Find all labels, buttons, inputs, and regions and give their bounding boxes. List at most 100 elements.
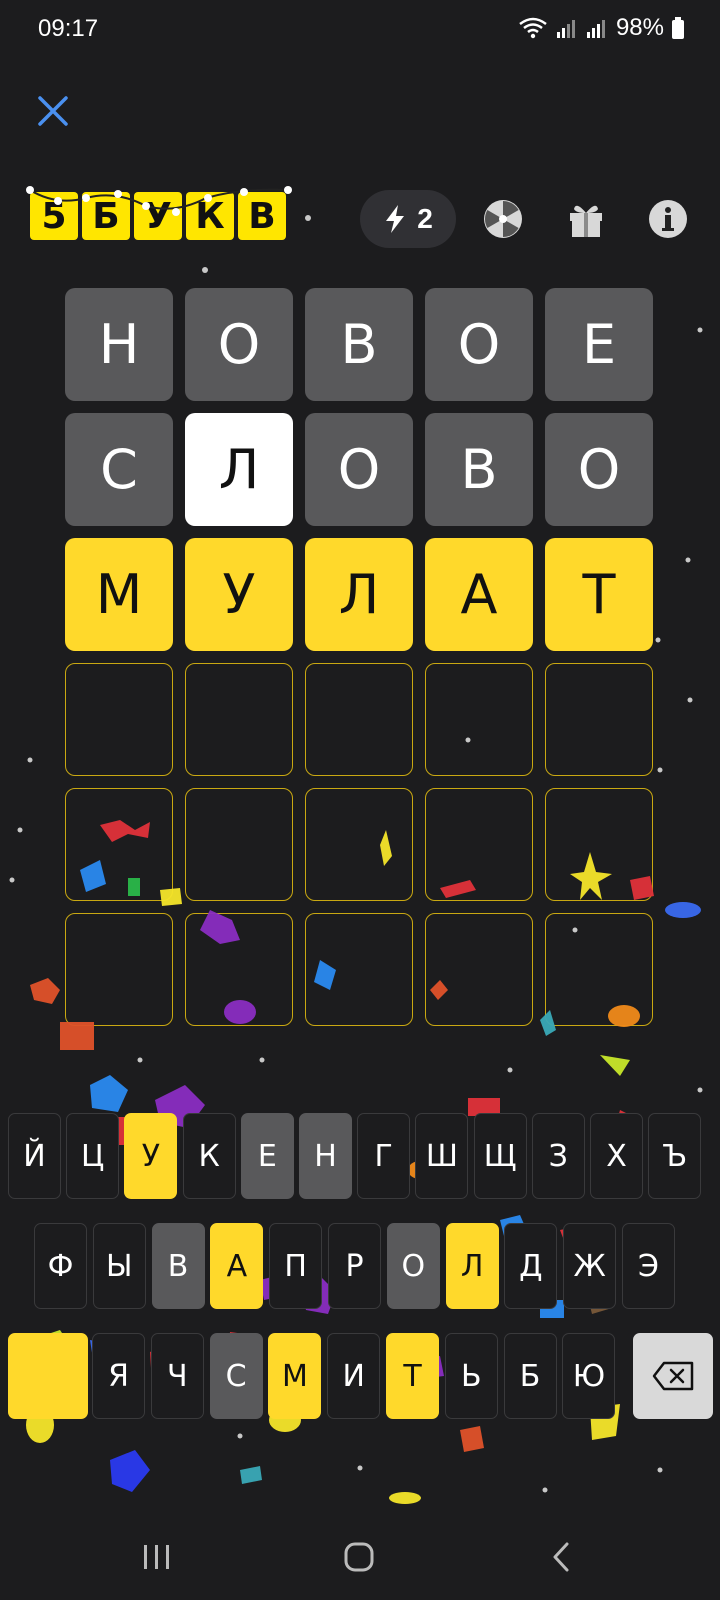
keyboard-key[interactable]: Ф	[34, 1223, 87, 1309]
recent-apps-icon	[144, 1545, 169, 1569]
status-time: 09:17	[38, 15, 99, 42]
board-cell: О	[185, 288, 293, 401]
board-cell: О	[545, 413, 653, 526]
keyboard-key[interactable]: И	[327, 1333, 381, 1419]
keyboard-special-key[interactable]	[8, 1333, 88, 1419]
board-cell: Л	[305, 538, 413, 651]
keyboard-key[interactable]: Л	[445, 1223, 499, 1309]
battery-icon	[672, 17, 684, 39]
board-cell	[65, 913, 173, 1026]
logo-letter: К	[186, 192, 234, 240]
board-cell: Т	[545, 538, 653, 651]
keyboard-key[interactable]: Э	[622, 1223, 675, 1309]
board-cell: С	[65, 413, 173, 526]
keyboard-key[interactable]: Б	[503, 1333, 557, 1419]
keyboard-key[interactable]: Ч	[150, 1333, 204, 1419]
gift-button[interactable]	[566, 199, 606, 239]
info-icon	[649, 200, 687, 238]
logo-letter: 5	[30, 192, 78, 240]
board-cell: У	[185, 538, 293, 651]
keyboard-key[interactable]: З	[531, 1113, 585, 1199]
system-navigation-bar	[0, 1510, 720, 1600]
keyboard-key[interactable]: Х	[590, 1113, 643, 1199]
app-logo: 5 Б У К В	[26, 186, 292, 244]
keyboard-key[interactable]: П	[269, 1223, 323, 1309]
keyboard-key[interactable]: Г	[357, 1113, 411, 1199]
board-cell	[425, 913, 533, 1026]
keyboard-key[interactable]: Ц	[66, 1113, 120, 1199]
logo-letter: У	[134, 192, 182, 240]
board-cell: А	[425, 538, 533, 651]
back-icon	[553, 1542, 569, 1572]
keyboard-key[interactable]: С	[209, 1333, 263, 1419]
keyboard-key[interactable]: Р	[328, 1223, 381, 1309]
board-cell	[185, 663, 293, 776]
board-cell	[545, 913, 653, 1026]
battery-percent: 98%	[615, 14, 664, 41]
keyboard-key[interactable]: Ж	[563, 1223, 617, 1309]
board-row	[65, 788, 653, 901]
wheel-button[interactable]	[483, 199, 523, 239]
fortune-wheel-icon	[484, 200, 522, 238]
lightning-icon	[386, 205, 405, 233]
close-icon	[38, 96, 68, 126]
board-row: СЛОВО	[65, 413, 653, 526]
logo-letter: Б	[82, 192, 130, 240]
board-cell: Е	[545, 288, 653, 401]
keyboard-key[interactable]: Д	[504, 1223, 558, 1309]
keyboard-key[interactable]: Й	[8, 1113, 61, 1199]
keyboard-key[interactable]: Н	[299, 1113, 352, 1199]
hints-count: 2	[417, 203, 433, 234]
board-cell	[305, 788, 413, 901]
board-cell	[65, 663, 173, 776]
recent-apps-button[interactable]	[132, 1532, 182, 1582]
board-cell	[305, 663, 413, 776]
backspace-icon	[652, 1361, 694, 1391]
back-button[interactable]	[536, 1532, 586, 1582]
home-icon	[344, 1542, 374, 1572]
board-cell	[305, 913, 413, 1026]
board-row: МУЛАТ	[65, 538, 653, 651]
keyboard-key[interactable]: Ю	[562, 1333, 616, 1419]
board-cell	[425, 788, 533, 901]
signal-icon	[556, 17, 578, 39]
keyboard-key[interactable]: Т	[386, 1333, 439, 1419]
keyboard-key[interactable]: Ъ	[648, 1113, 702, 1199]
board-cell	[425, 663, 533, 776]
keyboard-key[interactable]: Ш	[415, 1113, 469, 1199]
status-icons: 98%	[518, 14, 684, 42]
keyboard-key[interactable]: Ь	[444, 1333, 498, 1419]
home-button[interactable]	[334, 1532, 384, 1582]
keyboard-key[interactable]: Е	[240, 1113, 294, 1199]
keyboard-key[interactable]: Ы	[92, 1223, 146, 1309]
keyboard-key[interactable]: Щ	[473, 1113, 527, 1199]
board-cell: Н	[65, 288, 173, 401]
board-row	[65, 913, 653, 1026]
board-cell	[545, 663, 653, 776]
keyboard-key[interactable]: А	[210, 1223, 264, 1309]
status-bar: 09:17 98%	[0, 0, 720, 60]
close-button[interactable]	[34, 92, 72, 130]
board-row: НОВОЕ	[65, 288, 653, 401]
logo-letter: В	[238, 192, 286, 240]
board-cell: О	[305, 413, 413, 526]
keyboard-key[interactable]: К	[182, 1113, 236, 1199]
backspace-key[interactable]	[633, 1333, 713, 1419]
gift-icon	[570, 205, 602, 237]
board-cell: М	[65, 538, 173, 651]
keyboard-key[interactable]: В	[151, 1223, 205, 1309]
hints-button[interactable]: 2	[360, 190, 456, 248]
wifi-icon	[518, 17, 548, 39]
game-board: НОВОЕСЛОВОМУЛАТ	[65, 288, 653, 1038]
board-cell	[185, 788, 293, 901]
board-cell	[185, 913, 293, 1026]
keyboard-key[interactable]: У	[124, 1113, 178, 1199]
board-cell: В	[425, 413, 533, 526]
board-row	[65, 663, 653, 776]
info-button[interactable]	[648, 199, 688, 239]
keyboard-key[interactable]: О	[386, 1223, 440, 1309]
board-cell	[545, 788, 653, 901]
keyboard-key[interactable]: Я	[92, 1333, 145, 1419]
keyboard-key[interactable]: М	[268, 1333, 322, 1419]
board-cell: О	[425, 288, 533, 401]
